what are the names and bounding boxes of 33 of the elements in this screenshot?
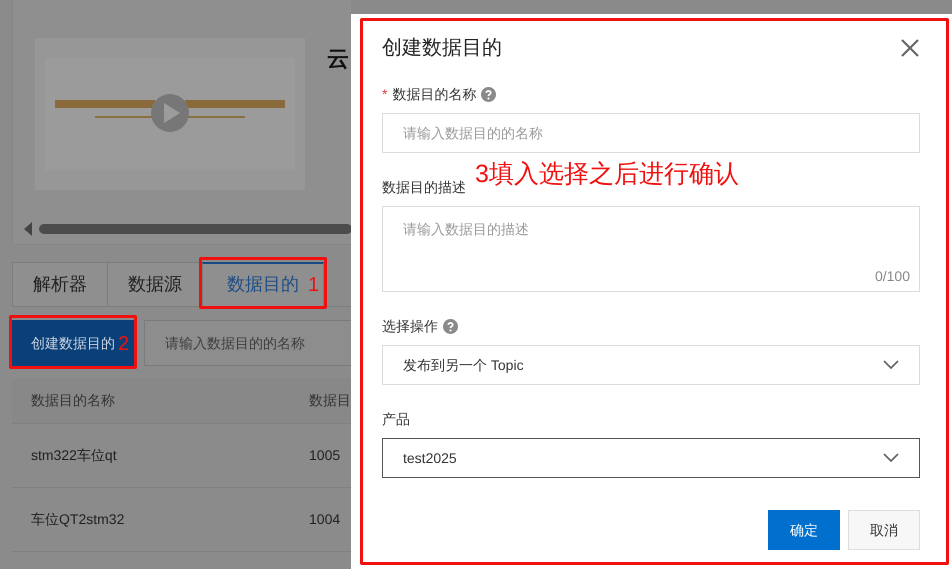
table-cell-text: 1005 <box>308 446 340 465</box>
annotation-text: 2 <box>118 334 130 354</box>
chevron-down-icon <box>883 453 899 463</box>
scroll-left-icon[interactable] <box>23 222 33 236</box>
annotation-text: 1 <box>308 275 320 295</box>
chevron-down-icon <box>883 360 899 370</box>
table-cell-text: stm322车位qt <box>30 446 118 465</box>
table-cell-text: 车位QT2stm32 <box>30 510 126 529</box>
scrollbar-thumb[interactable] <box>39 224 351 234</box>
field-label: 数据目的名称 <box>392 85 476 104</box>
annotation-text: 3填入选择之后进行确认 <box>475 162 739 187</box>
page-title: 云 <box>327 45 349 73</box>
help-icon[interactable] <box>443 319 458 334</box>
cancel-button[interactable]: 取消 <box>848 510 920 550</box>
select-value: test2025 <box>403 448 457 468</box>
help-icon[interactable] <box>481 87 496 102</box>
tab[interactable]: 解析器 <box>12 262 108 306</box>
table-cell-text: 1004 <box>308 510 340 529</box>
select-value: 发布到另一个 Topic <box>403 356 524 375</box>
column-header: 数据目的名称 <box>30 391 116 410</box>
confirm-button[interactable]: 确定 <box>768 510 840 550</box>
select-field[interactable]: test2025 <box>382 438 920 478</box>
field-label: 产品 <box>382 410 410 429</box>
column-header: 数据目 <box>308 391 351 410</box>
required-mark: * <box>382 85 388 104</box>
select-field[interactable]: 发布到另一个 Topic <box>382 345 920 385</box>
character-counter: 0/100 <box>874 267 910 286</box>
field-label: 数据目的描述 <box>382 178 466 197</box>
field-label: 选择操作 <box>382 317 438 336</box>
dialog-title: 创建数据目的 <box>382 36 502 60</box>
close-icon[interactable] <box>900 38 920 58</box>
search-field[interactable]: 请输入数据目的的名称 <box>144 320 351 366</box>
input-field[interactable]: 请输入数据目的的名称 <box>382 113 920 153</box>
